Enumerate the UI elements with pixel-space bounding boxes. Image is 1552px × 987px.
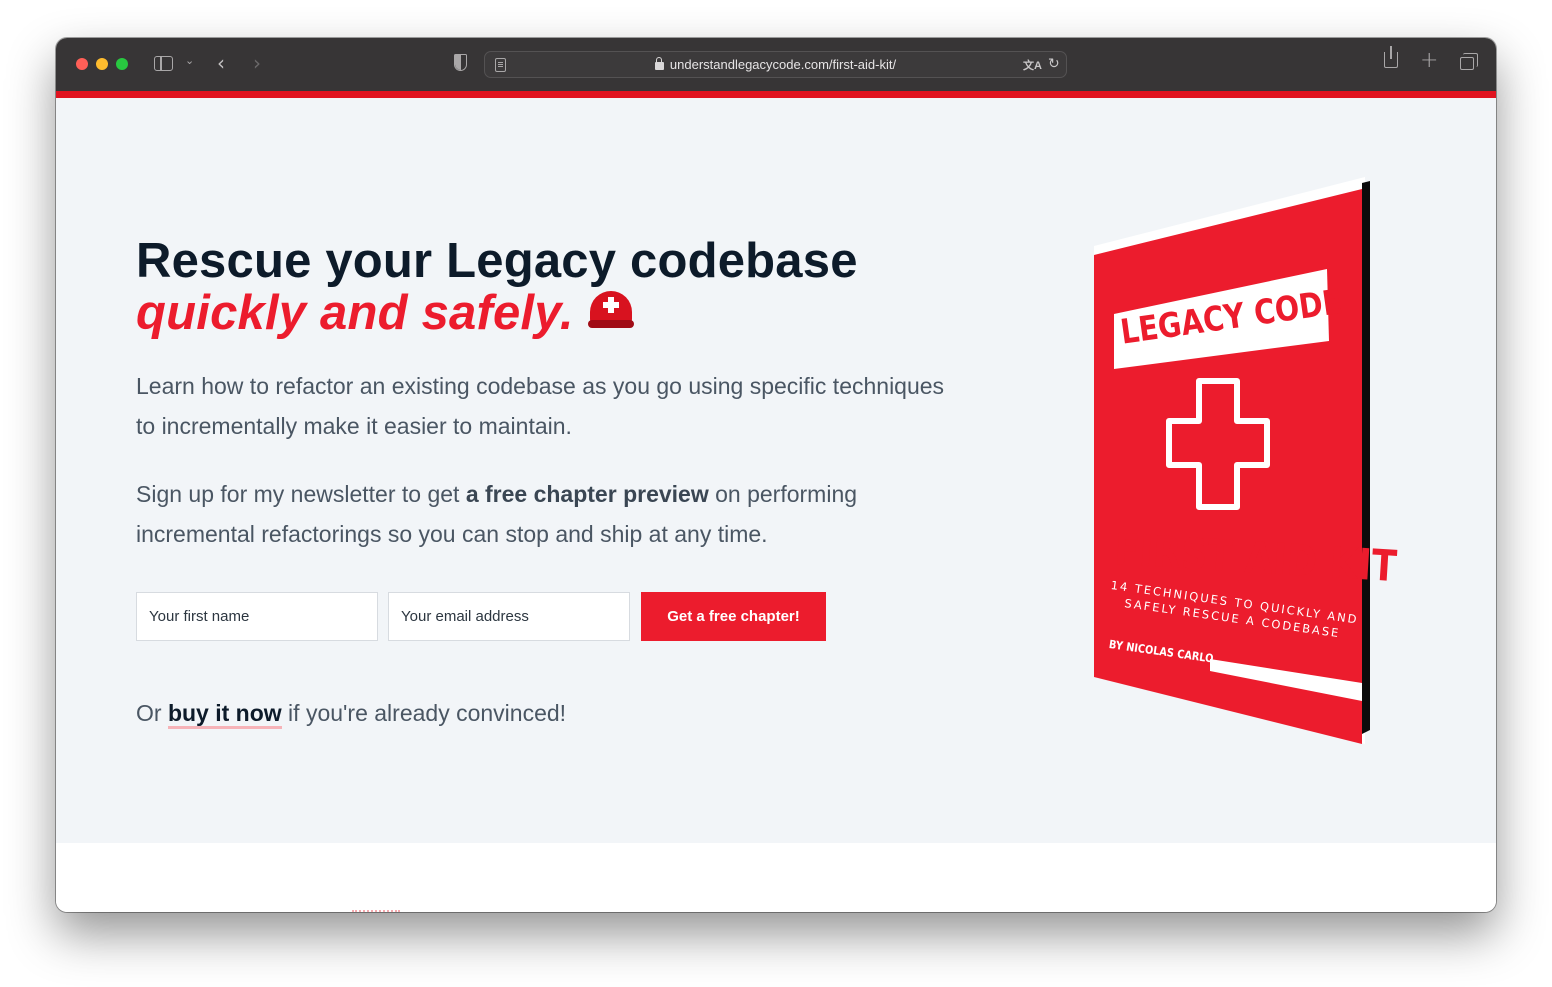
translate-icon[interactable]: 文A bbox=[1023, 57, 1042, 73]
newsletter-paragraph: Sign up for my newsletter to get a free … bbox=[136, 474, 966, 554]
intro-paragraph: Learn how to refactor an existing codeba… bbox=[136, 373, 945, 439]
headline-line-1: Rescue your Legacy codebase bbox=[136, 234, 858, 288]
buy-it-now-link[interactable]: buy it now bbox=[167, 700, 282, 729]
first-name-input[interactable] bbox=[136, 592, 378, 641]
chevron-down-icon[interactable]: ⌄ bbox=[185, 54, 194, 67]
book-cover: LEGACY CODE FIRST AID KIT 14 TECHNIQUES … bbox=[1092, 169, 1398, 746]
sidebar-icon[interactable] bbox=[154, 56, 173, 71]
browser-window: ⌄ ‹ › understandlegacycode.com/first-aid… bbox=[56, 38, 1496, 912]
newsletter-text-start: Sign up for my newsletter to get bbox=[136, 481, 466, 507]
back-button[interactable]: ‹ bbox=[217, 51, 225, 75]
book-cover-art bbox=[1094, 177, 1370, 744]
share-icon[interactable] bbox=[1384, 46, 1398, 68]
browser-toolbar: ⌄ ‹ › understandlegacycode.com/first-aid… bbox=[56, 38, 1496, 91]
fullscreen-window-button[interactable] bbox=[116, 58, 128, 70]
forward-button[interactable]: › bbox=[253, 51, 261, 75]
hero-headline: Rescue your Legacy codebase quickly and … bbox=[136, 236, 858, 339]
address-bar[interactable]: understandlegacycode.com/first-aid-kit/ … bbox=[484, 51, 1067, 78]
buy-now-line: Or buy it now if you're already convince… bbox=[136, 700, 567, 729]
next-section bbox=[56, 843, 1496, 912]
rescue-helmet-icon bbox=[587, 291, 634, 333]
site-top-bar bbox=[56, 91, 1496, 98]
lock-icon bbox=[654, 56, 664, 70]
free-chapter-emphasis: a free chapter preview bbox=[465, 481, 709, 507]
buy-line-prefix: Or bbox=[136, 700, 168, 726]
shield-icon[interactable] bbox=[454, 54, 467, 71]
headline-line-2: quickly and safely. bbox=[136, 287, 858, 339]
close-window-button[interactable] bbox=[76, 58, 88, 70]
buy-line-suffix: if you're already convinced! bbox=[281, 700, 567, 726]
new-tab-button[interactable]: + bbox=[1420, 48, 1438, 73]
decorative-mark bbox=[352, 910, 400, 912]
email-input[interactable] bbox=[388, 592, 630, 641]
headline-accent: quickly and safely. bbox=[136, 286, 574, 340]
minimize-window-button[interactable] bbox=[96, 58, 108, 70]
reload-icon[interactable]: ↻ bbox=[1048, 55, 1060, 72]
url-text[interactable]: understandlegacycode.com/first-aid-kit/ bbox=[670, 57, 896, 72]
get-free-chapter-button[interactable]: Get a free chapter! bbox=[641, 592, 826, 641]
book-spine-shadow bbox=[1362, 181, 1370, 734]
hero-section: Rescue your Legacy codebase quickly and … bbox=[56, 98, 1496, 843]
tabs-icon[interactable] bbox=[1460, 53, 1478, 70]
